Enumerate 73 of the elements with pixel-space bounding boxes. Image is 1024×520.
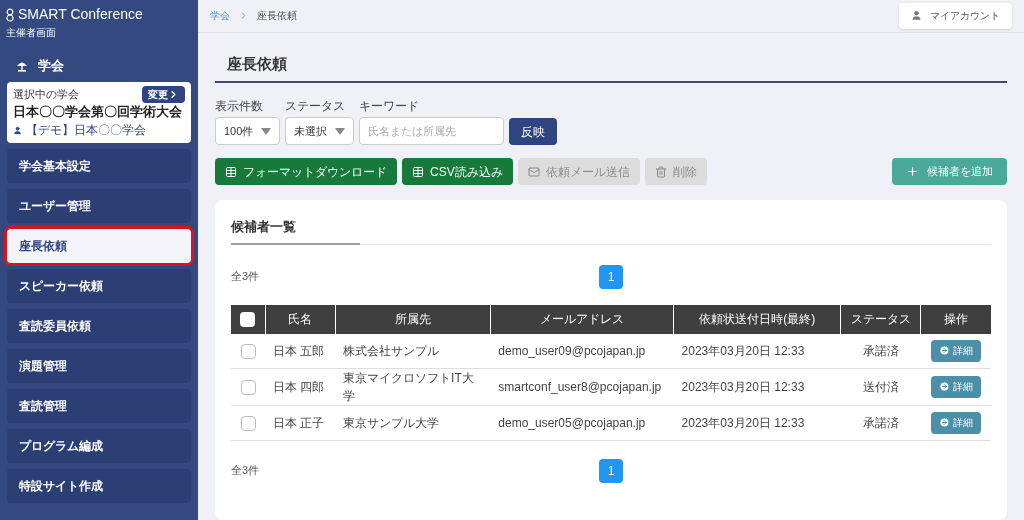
sidebar-item[interactable]: 査読委員依頼 bbox=[7, 309, 191, 344]
total-count: 全3件 bbox=[231, 269, 260, 285]
row-checkbox[interactable] bbox=[240, 379, 256, 395]
table-icon bbox=[225, 165, 237, 178]
change-button[interactable]: 変更 bbox=[142, 85, 185, 103]
table-cell: 送付済 bbox=[840, 368, 921, 405]
table-cell: 日本 正子 bbox=[265, 405, 336, 440]
section-heading: 学会 bbox=[38, 57, 64, 75]
column-header: 所属先 bbox=[335, 304, 491, 334]
table-cell: 2023年03月20日 12:33 bbox=[673, 405, 841, 440]
table-cell: 承諾済 bbox=[840, 405, 921, 440]
detail-button[interactable]: 詳細 bbox=[930, 411, 981, 434]
table-cell: demo_user05@pcojapan.jp bbox=[490, 405, 674, 440]
table-cell: smartconf_user8@pcojapan.jp bbox=[490, 368, 674, 405]
detail-button[interactable]: 詳細 bbox=[930, 375, 981, 398]
sidebar-item[interactable]: 特設サイト作成 bbox=[7, 469, 191, 504]
table-cell: 2023年03月20日 12:33 bbox=[673, 333, 841, 368]
column-header: 操作 bbox=[920, 304, 991, 334]
plus-icon bbox=[906, 165, 919, 178]
column-header: 依頼状送付日時(最終) bbox=[673, 304, 841, 334]
row-checkbox[interactable] bbox=[240, 415, 256, 431]
detail-button[interactable]: 詳細 bbox=[930, 339, 981, 362]
table-cell: 東京マイクロソフトIT大学 bbox=[335, 368, 491, 405]
table-cell: 株式会社サンプル bbox=[335, 333, 491, 368]
dropdown-icon bbox=[335, 127, 346, 135]
column-header: ステータス bbox=[840, 304, 921, 334]
brand-subtitle: 主催者画面 bbox=[6, 26, 57, 40]
action-button[interactable]: フォーマットダウンロード bbox=[215, 158, 397, 185]
sidebar-item[interactable]: 演題管理 bbox=[7, 349, 191, 384]
action-button[interactable]: CSV読み込み bbox=[402, 158, 513, 185]
table-cell: demo_user09@pcojapan.jp bbox=[490, 333, 674, 368]
table-cell: 東京サンプル大学 bbox=[335, 405, 491, 440]
column-header: メールアドレス bbox=[490, 304, 674, 334]
brand-name: SMART Conference bbox=[18, 5, 143, 24]
table-cell: 日本 四郎 bbox=[265, 368, 336, 405]
user-icon bbox=[911, 10, 922, 22]
table-cell: 承諾済 bbox=[840, 333, 921, 368]
select-field[interactable]: 未選択 bbox=[285, 117, 355, 145]
user-icon bbox=[13, 125, 22, 135]
filter-label: キーワード bbox=[359, 98, 421, 115]
logo-icon bbox=[6, 7, 14, 22]
sidebar-item[interactable]: 学会基本設定 bbox=[7, 149, 191, 184]
chevron-icon bbox=[168, 88, 179, 100]
sidebar-item[interactable]: 査読管理 bbox=[7, 389, 191, 424]
apply-button[interactable]: 反映 bbox=[509, 118, 558, 145]
account-button[interactable]: マイアカウント bbox=[899, 2, 1012, 29]
sidebar-item[interactable]: 座長依頼 bbox=[7, 229, 191, 264]
total-count: 全3件 bbox=[231, 463, 260, 479]
arrow-circle-icon bbox=[938, 417, 950, 428]
breadcrumb-current: 座長依頼 bbox=[257, 9, 297, 24]
sidebar-item[interactable]: スピーカー依頼 bbox=[7, 269, 191, 304]
card-label: 選択中の学会 bbox=[13, 86, 79, 102]
row-checkbox[interactable] bbox=[240, 343, 256, 359]
organization-name: 【デモ】日本〇〇学会 bbox=[26, 122, 146, 140]
table-cell: 日本 五郎 bbox=[265, 333, 336, 368]
keyword-field[interactable]: 氏名または所属先 bbox=[359, 117, 505, 145]
table-icon bbox=[412, 165, 424, 178]
conference-name: 日本〇〇学会第〇回学術大会 bbox=[13, 103, 183, 121]
column-header: 氏名 bbox=[265, 304, 336, 334]
select-all-checkbox[interactable] bbox=[240, 312, 256, 328]
sidebar-item[interactable]: プログラム編成 bbox=[7, 429, 191, 464]
trash-icon bbox=[654, 165, 667, 178]
table-cell: 2023年03月20日 12:33 bbox=[673, 368, 841, 405]
page-title: 座長依頼 bbox=[215, 52, 1007, 83]
arrow-circle-icon bbox=[938, 381, 950, 392]
filter-label: 表示件数 bbox=[215, 98, 264, 115]
mail-icon bbox=[527, 165, 540, 178]
select-field[interactable]: 100件 bbox=[215, 117, 281, 145]
filter-label: ステータス bbox=[285, 98, 347, 115]
dropdown-icon bbox=[261, 127, 272, 135]
arrow-circle-icon bbox=[938, 345, 950, 356]
panel-title: 候補者一覧 bbox=[231, 217, 360, 245]
sidebar-item[interactable]: ユーザー管理 bbox=[7, 189, 191, 224]
